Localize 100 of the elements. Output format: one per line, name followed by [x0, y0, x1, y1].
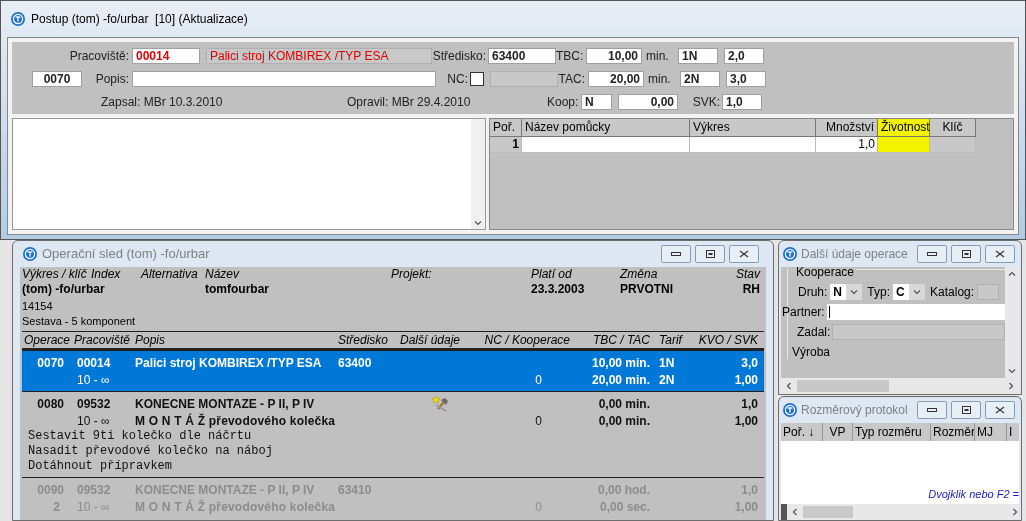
app-logo-icon [23, 247, 37, 261]
scroll-thumb[interactable] [797, 380, 889, 392]
minimize-button[interactable] [917, 245, 947, 263]
column-header[interactable]: TBC / TAC [570, 331, 650, 349]
horizontal-scrollbar[interactable] [781, 378, 1019, 394]
scroll-left-icon[interactable] [785, 382, 793, 390]
field-label: Zadal: [797, 323, 831, 341]
text-field[interactable] [977, 284, 1000, 300]
text-field[interactable]: 1N [678, 48, 718, 64]
minimize-button[interactable] [661, 245, 691, 263]
column-header[interactable]: VP [823, 423, 853, 441]
column-header[interactable]: Poř. ↓ [781, 423, 823, 441]
text-field[interactable]: 2N [680, 71, 720, 87]
group-title: Výroba [791, 345, 832, 359]
text-field[interactable] [132, 71, 436, 87]
column-header[interactable]: KVO / SVK [692, 331, 758, 349]
text-field[interactable]: 63400 [488, 48, 556, 64]
text-field[interactable]: 1,0 [722, 94, 762, 110]
column-header[interactable]: Typ rozměru [853, 423, 931, 441]
text-field[interactable]: 0070 [32, 71, 82, 87]
text-field[interactable]: 0,00 [618, 94, 678, 110]
text-field[interactable]: N [581, 94, 612, 110]
splitter-handle[interactable] [781, 504, 787, 520]
table-cell-text: 1,00 [733, 412, 758, 430]
modified-by-text: Opravil: MBr 29.4.2010 [347, 94, 472, 111]
scroll-down-icon[interactable] [474, 219, 482, 227]
notes-area[interactable] [12, 118, 486, 230]
table-cell-text: 10 - ∞ [76, 371, 111, 389]
column-header[interactable]: Popis [135, 331, 338, 349]
table-cell: 1 [490, 137, 522, 153]
close-icon [739, 250, 749, 258]
column-header[interactable]: Výkres [690, 119, 816, 137]
restore-icon [705, 250, 715, 258]
chevron-down-icon[interactable] [913, 288, 922, 296]
column-header[interactable]: Životnost [878, 119, 930, 137]
scroll-left-icon[interactable] [791, 508, 799, 516]
column-header[interactable]: Pracoviště [74, 331, 135, 349]
column-header[interactable]: Množství [816, 119, 878, 137]
column-header[interactable]: Název pomůcky [522, 119, 690, 137]
readonly-field[interactable] [490, 71, 558, 87]
text-field[interactable] [832, 323, 1005, 340]
scroll-right-icon[interactable] [1011, 508, 1019, 516]
close-button[interactable] [985, 245, 1015, 263]
text-field[interactable]: 10,00 [586, 48, 642, 64]
restore-button[interactable] [951, 401, 981, 419]
summary-value: RH [742, 282, 760, 297]
restore-button[interactable] [951, 245, 981, 263]
column-header[interactable]: NC / Kooperace [482, 331, 570, 349]
operation-row[interactable]: 0070 00014 Palici stroj KOMBIREX /TYP ESA 63400 10,00 min. 1N 3,0 10 - ∞ 0 20,00 min. 2N 1,00 [22, 350, 764, 391]
text-field[interactable]: 2,0 [724, 48, 764, 64]
dropdown[interactable]: C [893, 284, 926, 300]
restore-button[interactable] [695, 245, 725, 263]
table-cell-text: 10,00 min. [590, 354, 650, 372]
column-header[interactable]: MJ [975, 423, 1007, 441]
text-field[interactable]: 3,0 [726, 71, 766, 87]
summary-value: tomfourbar [205, 282, 269, 297]
summary-label: Projekt: [391, 267, 433, 282]
summary-label: Změna [620, 267, 659, 282]
field-label: SVK: [691, 94, 721, 111]
vertical-scrollbar[interactable] [471, 119, 485, 229]
column-header[interactable]: I [1007, 423, 1019, 441]
summary-label: Stav [735, 267, 760, 282]
field-label: Druh: [798, 284, 828, 301]
table-cell-text: 63400 [338, 354, 373, 372]
vertical-scrollbar[interactable] [1005, 267, 1019, 378]
text-field[interactable]: 00014 [132, 48, 200, 64]
minimize-icon [927, 252, 937, 256]
drawing-number: 14154 [22, 300, 53, 312]
chevron-down-icon[interactable] [850, 288, 859, 296]
close-button[interactable] [729, 245, 759, 263]
horizontal-scrollbar[interactable] [781, 504, 1019, 520]
table-cell-text: 2N [658, 371, 676, 389]
assembly-text: Sestava - 5 komponent [22, 315, 136, 327]
scroll-thumb[interactable] [803, 506, 853, 518]
scroll-right-icon[interactable] [1007, 382, 1015, 390]
checkbox[interactable] [470, 72, 484, 86]
scroll-up-icon[interactable] [1008, 270, 1016, 278]
minimize-button[interactable] [917, 401, 947, 419]
note-text: Dotáhnout přípravkem [27, 459, 174, 474]
field-label: Typ: [867, 284, 891, 301]
column-header[interactable]: Operace [22, 331, 74, 349]
column-header[interactable]: Tarif [650, 331, 692, 349]
table-cell-text: 0 [534, 371, 542, 389]
hint-text: Dvojklik nebo F2 = [928, 486, 1019, 502]
summary-label: Index [91, 267, 122, 282]
scroll-down-icon[interactable] [1008, 367, 1016, 375]
text-field[interactable]: 20,00 [588, 71, 644, 87]
window-title: Postup (tom) -fo/urbar [10] (Aktualizace) [31, 11, 248, 28]
column-header[interactable]: Poř. [490, 119, 522, 137]
column-header[interactable]: Rozměr [931, 423, 975, 441]
column-header[interactable]: Klíč [930, 119, 976, 137]
column-header[interactable]: Další údaje [400, 331, 482, 349]
dropdown[interactable]: N [830, 284, 863, 300]
table-cell-text: 0080 [36, 395, 65, 413]
table-cell: 1,0 [816, 137, 878, 153]
close-button[interactable] [985, 401, 1015, 419]
text-field[interactable] [826, 303, 1005, 320]
table-cell-text: 1N [658, 354, 676, 372]
column-header[interactable]: Středisko [338, 331, 400, 349]
unit-label: min. [645, 48, 670, 65]
